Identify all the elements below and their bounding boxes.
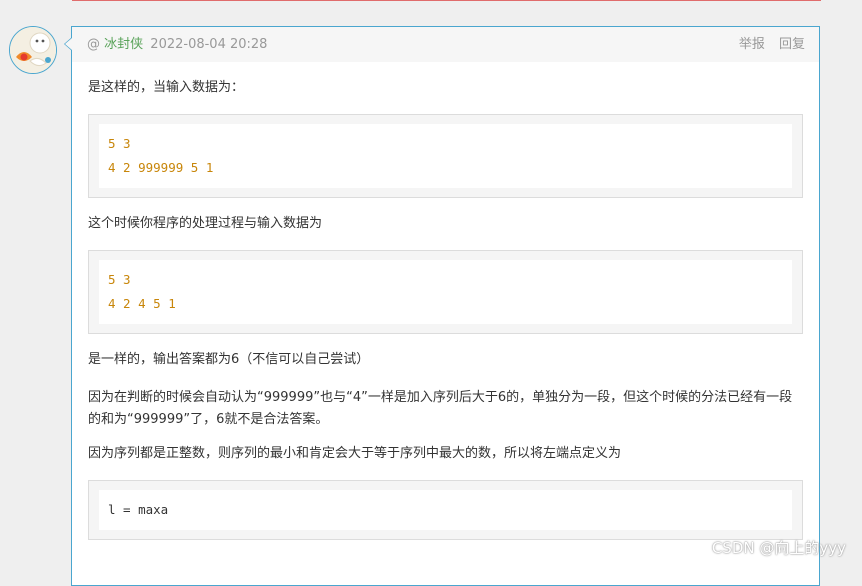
code-content: 5 3 4 2 999999 5 1 — [99, 124, 792, 188]
paragraph-result: 是一样的，输出答案都为6（不信可以自己尝试） — [88, 352, 370, 367]
paragraph-process: 这个时候你程序的处理过程与输入数据为 — [88, 216, 323, 231]
comment-timestamp: 2022-08-04 20:28 — [150, 37, 268, 52]
paragraph-conclusion: 因为序列都是正整数，则序列的最小和肯定会大于等于序列中最大的数，所以将左端点定义… — [88, 446, 622, 461]
paragraph-intro: 是这样的，当输入数据为： — [88, 80, 245, 95]
watermark: CSDN @向上的yyy — [711, 539, 846, 557]
code-line: l = maxa — [108, 502, 169, 517]
comment-username[interactable]: 冰封侠 — [104, 37, 143, 52]
comment-header: @ 冰封侠 2022-08-04 20:28 举报 回复 — [72, 27, 819, 62]
report-button[interactable]: 举报 — [739, 37, 765, 52]
code-block-processed: 5 3 4 2 4 5 1 — [88, 250, 803, 334]
code-line: 5 3 — [108, 136, 131, 151]
code-line: 4 2 4 5 1 — [108, 296, 176, 311]
code-line: 5 3 — [108, 272, 131, 287]
code-block-input: 5 3 4 2 999999 5 1 — [88, 114, 803, 198]
cartoon-avatar-icon — [10, 27, 56, 73]
comment-body: 是这样的，当输入数据为： 5 3 4 2 999999 5 1 这个时候你程序的… — [72, 77, 819, 540]
comment-card: @ 冰封侠 2022-08-04 20:28 举报 回复 是这样的，当输入数据为… — [64, 26, 820, 586]
code-content: 5 3 4 2 4 5 1 — [99, 260, 792, 324]
paragraph-explanation: 因为在判断的时候会自动认为“999999”也与“4”一样是加入序列后大于6的，单… — [88, 390, 793, 427]
top-divider — [72, 0, 821, 1]
reply-button[interactable]: 回复 — [779, 37, 805, 52]
code-block-definition: l = maxa — [88, 480, 803, 540]
comment-actions: 举报 回复 — [729, 27, 805, 62]
at-sign: @ — [87, 37, 100, 52]
code-line: 4 2 999999 5 1 — [108, 160, 214, 175]
code-content: l = maxa — [99, 490, 792, 530]
comment-meta: @ 冰封侠 2022-08-04 20:28 — [87, 27, 267, 62]
avatar[interactable] — [9, 26, 57, 74]
